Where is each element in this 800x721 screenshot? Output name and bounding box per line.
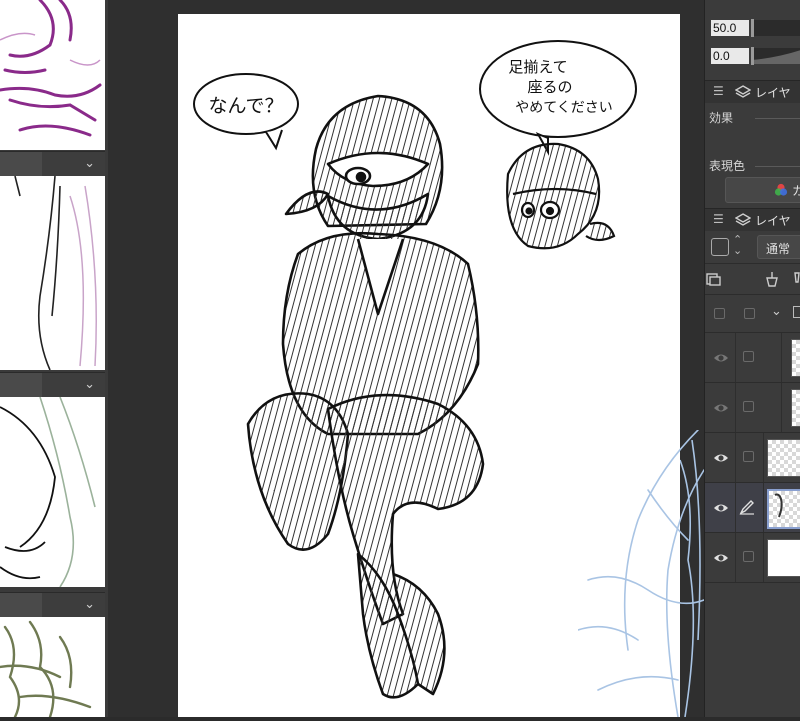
lock-checkbox[interactable] xyxy=(743,351,754,362)
chevron-down-icon[interactable]: ⌄ xyxy=(771,304,782,319)
divider xyxy=(735,483,736,532)
palette-title: レイヤ xyxy=(755,214,791,228)
green-sketch-image xyxy=(0,397,96,587)
divider xyxy=(755,166,800,167)
thumbnail-sketch xyxy=(774,493,783,518)
expression-color-label: 表現色 xyxy=(709,159,746,173)
divider xyxy=(735,383,736,432)
offcanvas-blue-sketch-right xyxy=(578,430,704,717)
layer-color-swatch[interactable] xyxy=(711,238,729,256)
slider-knob[interactable] xyxy=(751,19,754,37)
layer-property-palette-header[interactable]: ☰ レイヤ xyxy=(705,80,800,103)
tool-slider-2[interactable] xyxy=(751,47,800,65)
layer-tool-row xyxy=(705,263,800,295)
hamburger-icon[interactable]: ☰ xyxy=(713,212,724,226)
tool-icon[interactable] xyxy=(793,270,800,288)
layer-row-2[interactable] xyxy=(705,383,800,433)
divider xyxy=(781,333,782,382)
divider xyxy=(781,383,782,432)
speech-bubble-2-line-3: やめてください xyxy=(515,100,613,116)
reference-tab[interactable] xyxy=(0,373,42,397)
lock-icon[interactable] xyxy=(763,270,781,288)
speech-bubble-2-line-2: 座るの xyxy=(527,78,572,96)
layer-thumbnail xyxy=(791,339,800,377)
canvas-area[interactable]: なんで？ 足揃えて 座るの やめてください xyxy=(108,0,704,717)
pencil-sketch-image xyxy=(14,176,97,370)
reference-thumbnail-3[interactable] xyxy=(0,397,105,587)
updown-icon[interactable]: ⌃ ⌄ xyxy=(733,234,742,256)
reference-thumbnail-2[interactable] xyxy=(0,176,105,370)
layer-row-1[interactable] xyxy=(705,333,800,383)
slider-curve xyxy=(751,50,800,64)
right-panel: 50.0 0.0 ☰ レイヤ 効果 表現色 カ ☰ レイヤ ⌃ ⌄ 通常 ⌄ xyxy=(704,0,800,717)
divider xyxy=(755,118,800,119)
layer-thumbnail xyxy=(767,439,800,477)
speech-bubble-2-line-1: 足揃えて xyxy=(508,58,567,76)
clip-icon[interactable] xyxy=(705,272,721,286)
small-ninja-head xyxy=(506,142,616,250)
divider xyxy=(763,533,764,582)
reference-tab[interactable] xyxy=(0,593,42,617)
divider xyxy=(735,433,736,482)
eye-icon[interactable] xyxy=(713,350,729,366)
expression-color-value: カ xyxy=(792,184,800,198)
reference-thumbnail-4[interactable] xyxy=(0,617,105,717)
reference-strip: ⌄ ⌄ ⌄ xyxy=(0,0,108,717)
reference-header-2[interactable]: ⌄ xyxy=(0,372,105,397)
layer-thumbnail xyxy=(791,389,800,427)
layers-icon xyxy=(735,85,751,98)
tool-value-field-2[interactable]: 0.0 xyxy=(711,48,749,64)
olive-sketch-image xyxy=(0,620,92,717)
hamburger-icon[interactable]: ☰ xyxy=(713,84,724,98)
lock-checkbox[interactable] xyxy=(743,451,754,462)
effect-label: 効果 xyxy=(709,111,734,125)
layer-row-4-selected[interactable] xyxy=(705,483,800,533)
divider xyxy=(735,333,736,382)
chevron-down-icon[interactable]: ⌄ xyxy=(84,377,95,393)
speech-bubble-2: 足揃えて 座るの やめてください xyxy=(479,40,637,156)
lock-checkbox[interactable] xyxy=(743,551,754,562)
reference-header-1[interactable]: ⌄ xyxy=(0,151,105,176)
eye-icon[interactable] xyxy=(713,400,729,416)
divider xyxy=(763,433,764,482)
divider xyxy=(763,483,764,532)
chevron-down-icon[interactable]: ⌄ xyxy=(84,156,95,172)
tool-value-field-1[interactable]: 50.0 xyxy=(711,20,749,36)
reference-thumbnail-1[interactable] xyxy=(0,0,105,150)
slider-knob[interactable] xyxy=(751,47,754,65)
chevron-down-icon[interactable]: ⌄ xyxy=(84,597,95,613)
visibility-checkbox[interactable] xyxy=(714,308,725,319)
layer-thumbnail xyxy=(767,489,800,529)
reference-tab[interactable] xyxy=(0,152,42,176)
color-wheel-icon xyxy=(774,183,788,196)
eye-icon[interactable] xyxy=(713,500,729,516)
layer-row-3[interactable] xyxy=(705,433,800,483)
blend-mode-select[interactable]: 通常 xyxy=(757,235,800,259)
speech-bubble-1-text: なんで？ xyxy=(208,95,283,117)
layers-icon xyxy=(735,213,751,226)
lock-checkbox[interactable] xyxy=(743,401,754,412)
lock-checkbox[interactable] xyxy=(744,308,755,319)
folder-icon xyxy=(793,306,800,318)
paper-layer-row[interactable] xyxy=(705,533,800,583)
divider xyxy=(735,533,736,582)
eye-icon[interactable] xyxy=(713,450,729,466)
pen-icon xyxy=(739,500,754,515)
speech-bubble-1: なんで？ xyxy=(193,73,299,151)
ninja-figure xyxy=(246,94,485,699)
purple-sketch-image xyxy=(0,0,102,137)
paper-thumbnail xyxy=(767,539,800,577)
reference-header-3[interactable]: ⌄ xyxy=(0,592,105,617)
expression-color-button[interactable]: カ xyxy=(725,177,800,203)
layer-row-folder[interactable]: ⌄ xyxy=(705,294,800,333)
tool-slider-1[interactable] xyxy=(751,19,800,37)
palette-title: レイヤ xyxy=(755,86,791,100)
eye-icon[interactable] xyxy=(713,550,729,566)
layer-palette-header[interactable]: ☰ レイヤ xyxy=(705,208,800,231)
blend-mode-value: 通常 xyxy=(766,242,791,256)
